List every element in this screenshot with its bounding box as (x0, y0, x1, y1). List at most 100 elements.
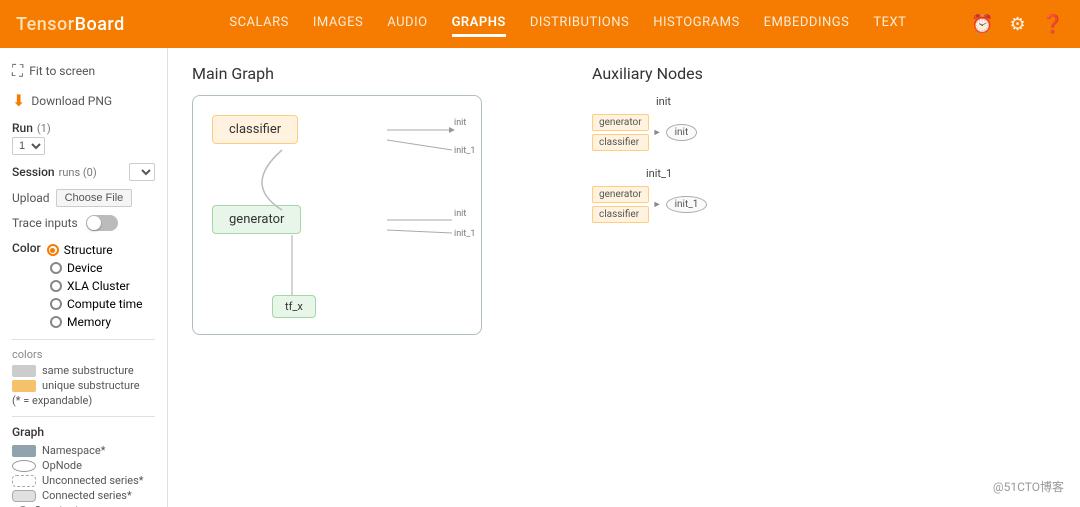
colors-legend: colors same substructure unique substruc… (12, 348, 155, 408)
aux-nodes-section: Auxiliary Nodes init generator classifie… (592, 64, 707, 375)
xla-radio (50, 280, 62, 292)
divider-1 (12, 339, 155, 340)
structure-radio (47, 244, 59, 256)
help-icon[interactable]: ❓ (1042, 14, 1064, 35)
nav-text[interactable]: TEXT (873, 11, 906, 37)
aux-init-node-row: generator classifier ► init (592, 114, 707, 151)
aux-generator-rect-init[interactable]: generator (592, 114, 649, 131)
xla-label: XLA Cluster (67, 279, 130, 293)
aux-init-ellipse[interactable]: init (666, 124, 698, 141)
trace-inputs-toggle[interactable] (86, 215, 118, 231)
aux-left-nodes-init1: generator classifier (592, 186, 649, 223)
classifier-node[interactable]: classifier (212, 115, 298, 144)
same-substructure-text: same substructure (42, 364, 134, 377)
device-radio (50, 262, 62, 274)
generator-node[interactable]: generator (212, 205, 301, 234)
svg-text:init_1: init_1 (454, 146, 475, 156)
aux-left-nodes-init: generator classifier (592, 114, 649, 151)
run-section: Run (1) 1 (12, 121, 155, 155)
toggle-thumb (87, 216, 101, 230)
nav-items: SCALARS IMAGES AUDIO GRAPHS DISTRIBUTION… (165, 11, 971, 37)
watermark: @51CTO博客 (993, 478, 1064, 495)
session-row: Session runs (0) (12, 163, 155, 181)
namespace-legend: Namespace* (12, 443, 155, 458)
fit-to-screen-label: Fit to screen (29, 64, 95, 78)
device-label: Device (67, 261, 103, 275)
session-select[interactable] (129, 163, 155, 181)
color-xla-option[interactable]: XLA Cluster (50, 277, 155, 295)
expandable-note: (* = expandable) (12, 393, 155, 408)
main-graph-section: Main Graph classifier generator tf_x ini… (192, 64, 512, 375)
nav-graphs[interactable]: GRAPHS (452, 11, 506, 37)
aux-classifier-rect-init[interactable]: classifier (592, 134, 649, 151)
unique-substructure-legend: unique substructure (12, 378, 155, 393)
aux-init1-ellipse[interactable]: init_1 (666, 196, 708, 213)
session-label: Session (12, 165, 55, 179)
color-structure-option[interactable]: Structure (47, 241, 113, 259)
main-graph-container[interactable]: classifier generator tf_x init init_1 (192, 95, 512, 375)
refresh-icon[interactable]: ⏰ (971, 14, 993, 35)
namespace-swatch (12, 445, 36, 457)
download-png-label: Download PNG (31, 94, 112, 108)
tf-x-node[interactable]: tf_x (272, 295, 316, 318)
unconnected-text: Unconnected series* (42, 474, 144, 487)
memory-label: Memory (67, 315, 111, 329)
graph-sections: Main Graph classifier generator tf_x ini… (192, 64, 1056, 375)
divider-2 (12, 416, 155, 417)
svg-text:init: init (454, 118, 466, 128)
unique-color-swatch (12, 380, 36, 392)
aux-init-title-row: init (592, 95, 707, 108)
download-icon: ⬇ (12, 91, 25, 110)
layout: ⛶ Fit to screen ⬇ Download PNG Run (1) 1… (0, 48, 1080, 507)
namespace-text: Namespace* (42, 444, 105, 457)
opnode-text: OpNode (42, 459, 82, 472)
compute-radio (50, 298, 62, 310)
aux-generator-rect-init1[interactable]: generator (592, 186, 649, 203)
aux-init1-label: init_1 (646, 167, 672, 180)
constant-legend: Constant (12, 503, 155, 507)
color-device-option[interactable]: Device (50, 259, 155, 277)
aux-classifier-rect-init1[interactable]: classifier (592, 206, 649, 223)
choose-file-button[interactable]: Choose File (56, 189, 133, 207)
main-content: Main Graph classifier generator tf_x ini… (168, 48, 1080, 507)
unconnected-series-legend: Unconnected series* (12, 473, 155, 488)
graph-legend: Graph Namespace* OpNode Unconnected seri… (12, 425, 155, 507)
svg-text:init_1: init_1 (454, 229, 475, 239)
nav-images[interactable]: IMAGES (313, 11, 363, 37)
nav-embeddings[interactable]: EMBEDDINGS (764, 11, 850, 37)
same-substructure-legend: same substructure (12, 363, 155, 378)
fit-to-screen-item[interactable]: ⛶ Fit to screen (12, 58, 155, 84)
fit-screen-icon: ⛶ (12, 61, 23, 81)
run-select[interactable]: 1 (12, 137, 45, 155)
upload-row: Upload Choose File (12, 189, 155, 207)
aux-init1-node-row: generator classifier ► init_1 (592, 186, 707, 223)
sidebar: ⛶ Fit to screen ⬇ Download PNG Run (1) 1… (0, 48, 168, 507)
app-logo: TensorBoard (16, 14, 125, 35)
aux-init1-group: init_1 generator classifier ► init_1 (592, 167, 707, 223)
color-memory-option[interactable]: Memory (50, 313, 155, 331)
opnode-legend: OpNode (12, 458, 155, 473)
run-sub: (1) (37, 122, 51, 135)
nav-audio[interactable]: AUDIO (387, 11, 427, 37)
unconnected-swatch (12, 475, 36, 487)
color-section: Color Structure Device XLA Cluster Compu… (12, 241, 155, 331)
compute-label: Compute time (67, 297, 143, 311)
run-label: Run (12, 121, 33, 135)
expandable-text: (* = expandable) (12, 394, 92, 407)
settings-icon[interactable]: ⚙ (1009, 14, 1025, 35)
color-compute-option[interactable]: Compute time (50, 295, 155, 313)
download-png-item[interactable]: ⬇ Download PNG (12, 88, 155, 113)
nav-distributions[interactable]: DISTRIBUTIONS (530, 11, 629, 37)
color-label: Color (12, 241, 41, 255)
nav-histograms[interactable]: HISTOGRAMS (653, 11, 739, 37)
aux-init-group: init generator classifier ► init (592, 95, 707, 151)
session-sub: runs (0) (59, 166, 97, 179)
main-graph-title: Main Graph (192, 64, 512, 83)
aux-init-label: init (656, 95, 671, 108)
connected-series-legend: Connected series* (12, 488, 155, 503)
connected-swatch (12, 490, 36, 502)
nav-scalars[interactable]: SCALARS (229, 11, 289, 37)
opnode-swatch (12, 460, 36, 472)
trace-row: Trace inputs (12, 215, 155, 231)
same-color-swatch (12, 365, 36, 377)
